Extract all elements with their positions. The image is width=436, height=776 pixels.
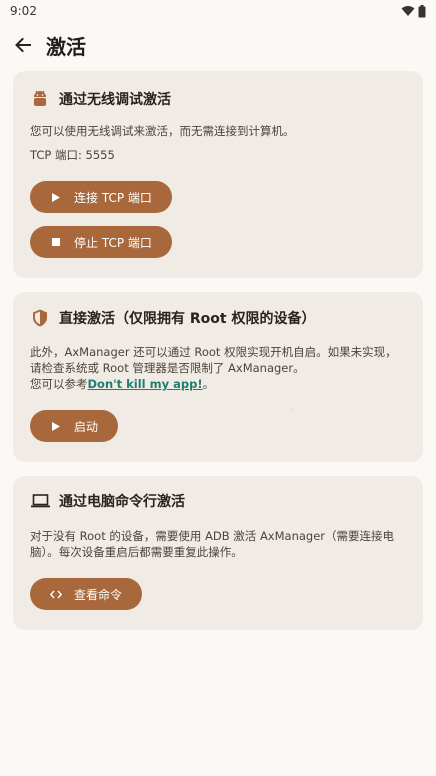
status-icons [401, 4, 426, 18]
wireless-activation-card: 通过无线调试激活 您可以使用无线调试来激活，而无需连接到计算机。 TCP 端口:… [13, 71, 423, 278]
page-title: 激活 [46, 34, 86, 59]
connect-tcp-port-button[interactable]: 连接 TCP 端口 [30, 181, 172, 213]
code-icon [50, 588, 62, 600]
view-command-button[interactable]: 查看命令 [30, 578, 143, 610]
adb-activation-card: 通过电脑命令行激活 对于没有 Root 的设备，需要使用 ADB 激活 AxMa… [13, 476, 423, 630]
tcp-port-text: TCP 端口: 5555 [30, 148, 115, 162]
shield-icon [30, 308, 50, 328]
description-suffix: 。 [202, 377, 215, 391]
button-label: 启动 [74, 419, 99, 434]
button-label: 连接 TCP 端口 [74, 190, 152, 205]
back-button[interactable] [12, 34, 34, 56]
card-description: 对于没有 Root 的设备，需要使用 ADB 激活 AxManager（需要连接… [30, 529, 395, 559]
play-icon [50, 191, 62, 203]
play-icon [50, 420, 62, 432]
card-title: 通过电脑命令行激活 [59, 494, 185, 510]
card-description: 您可以使用无线调试来激活，而无需连接到计算机。 [30, 124, 295, 138]
button-label: 停止 TCP 端口 [74, 235, 152, 250]
card-title: 直接激活（仅限拥有 Root 权限的设备） [59, 311, 316, 327]
laptop-icon [30, 491, 50, 511]
arrow-left-icon [15, 37, 31, 53]
screen-speck [292, 409, 293, 410]
start-button[interactable]: 启动 [30, 410, 119, 442]
status-time: 9:02 [10, 4, 37, 18]
card-title: 通过无线调试激活 [59, 92, 171, 108]
stop-tcp-port-button[interactable]: 停止 TCP 端口 [30, 226, 172, 258]
dont-kill-my-app-link[interactable]: Don't kill my app! [88, 377, 203, 391]
battery-icon [418, 4, 426, 17]
root-activation-card: 直接激活（仅限拥有 Root 权限的设备） 此外，AxManager 还可以通过… [13, 292, 423, 462]
card-description-link-line: 您可以参考Don't kill my app!。 [30, 376, 214, 392]
description-prefix: 您可以参考 [30, 377, 88, 391]
wifi-icon [401, 6, 415, 16]
status-bar: 9:02 [0, 0, 436, 22]
card-header: 直接激活（仅限拥有 Root 权限的设备） [30, 306, 406, 330]
card-header: 通过电脑命令行激活 [30, 489, 406, 513]
card-header: 通过无线调试激活 [30, 87, 406, 111]
button-label: 查看命令 [74, 587, 123, 602]
android-icon [30, 89, 50, 109]
stop-icon [50, 236, 62, 248]
top-app-bar: 激活 [0, 22, 436, 68]
card-description: 此外，AxManager 还可以通过 Root 权限实现开机自启。如果未实现，请… [30, 345, 397, 375]
